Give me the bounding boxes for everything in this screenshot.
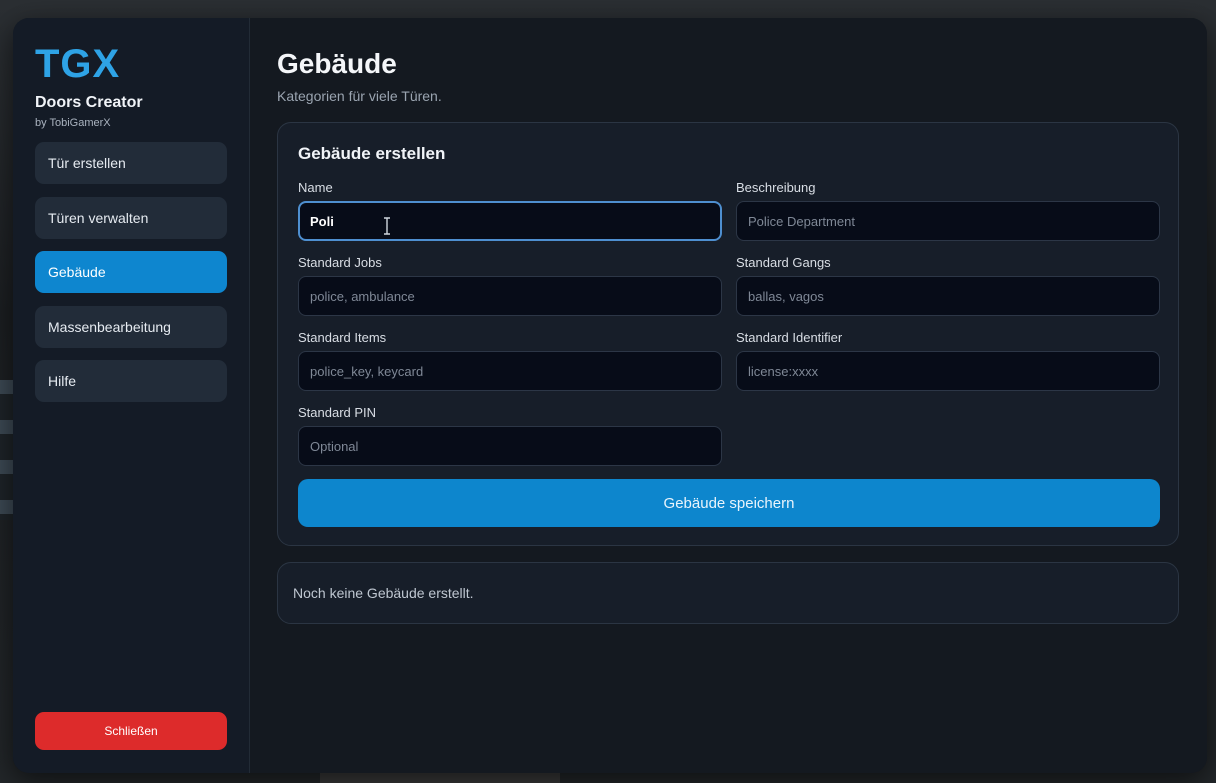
gangs-label: Standard Gangs xyxy=(736,255,831,270)
jobs-label: Standard Jobs xyxy=(298,255,382,270)
sidebar-item-tueren-verwalten[interactable]: Türen verwalten xyxy=(35,196,227,239)
app-author: by TobiGamerX xyxy=(35,117,111,129)
brand-logo: TGX xyxy=(35,42,121,86)
pin-input[interactable] xyxy=(298,426,722,466)
building-list-empty: Noch keine Gebäude erstellt. xyxy=(277,562,1179,624)
brand: TGX Doors Creator by TobiGamerX xyxy=(35,42,143,129)
sidebar-item-label: Türen verwalten xyxy=(48,209,149,226)
items-label: Standard Items xyxy=(298,330,387,345)
sidebar-item-label: Hilfe xyxy=(48,373,77,389)
description-label: Beschreibung xyxy=(736,180,816,195)
form-title: Gebäude erstellen xyxy=(298,144,446,163)
page-subtitle: Kategorien für viele Türen. xyxy=(277,88,442,104)
items-input[interactable] xyxy=(298,351,722,391)
name-label: Name xyxy=(298,180,333,195)
background-scene-strip xyxy=(0,380,14,520)
sidebar-item-gebaeude[interactable]: Gebäude xyxy=(35,251,227,293)
sidebar-nav: Tür erstellen Türen verwalten Gebäude Ma… xyxy=(35,142,227,415)
sidebar-item-hilfe[interactable]: Hilfe xyxy=(35,360,227,402)
sidebar-item-label: Gebäude xyxy=(48,264,106,280)
main-content: Gebäude Kategorien für viele Türen. Gebä… xyxy=(250,18,1207,773)
name-input[interactable] xyxy=(298,201,722,241)
gangs-input[interactable] xyxy=(736,276,1160,316)
identifier-input[interactable] xyxy=(736,351,1160,391)
sidebar-item-label: Tür erstellen xyxy=(48,155,126,171)
pin-label: Standard PIN xyxy=(298,405,377,420)
app-title: Doors Creator xyxy=(35,94,143,111)
save-building-button[interactable]: Gebäude speichern xyxy=(298,479,1160,527)
jobs-input[interactable] xyxy=(298,276,722,316)
close-button[interactable]: Schließen xyxy=(35,712,227,750)
create-building-card: Gebäude erstellen Name Beschreibung Stan… xyxy=(277,122,1179,546)
identifier-label: Standard Identifier xyxy=(736,330,843,345)
sidebar-item-label: Massenbearbeitung xyxy=(48,318,171,335)
doors-creator-window: TGX Doors Creator by TobiGamerX Tür erst… xyxy=(13,18,1207,773)
description-input[interactable] xyxy=(736,201,1160,241)
sidebar-item-massenbearbeitung[interactable]: Massenbearbeitung xyxy=(35,305,227,348)
sidebar: TGX Doors Creator by TobiGamerX Tür erst… xyxy=(13,18,250,773)
empty-message: Noch keine Gebäude erstellt. xyxy=(293,585,474,601)
page-title: Gebäude xyxy=(277,48,397,79)
sidebar-item-tuer-erstellen[interactable]: Tür erstellen xyxy=(35,142,227,184)
